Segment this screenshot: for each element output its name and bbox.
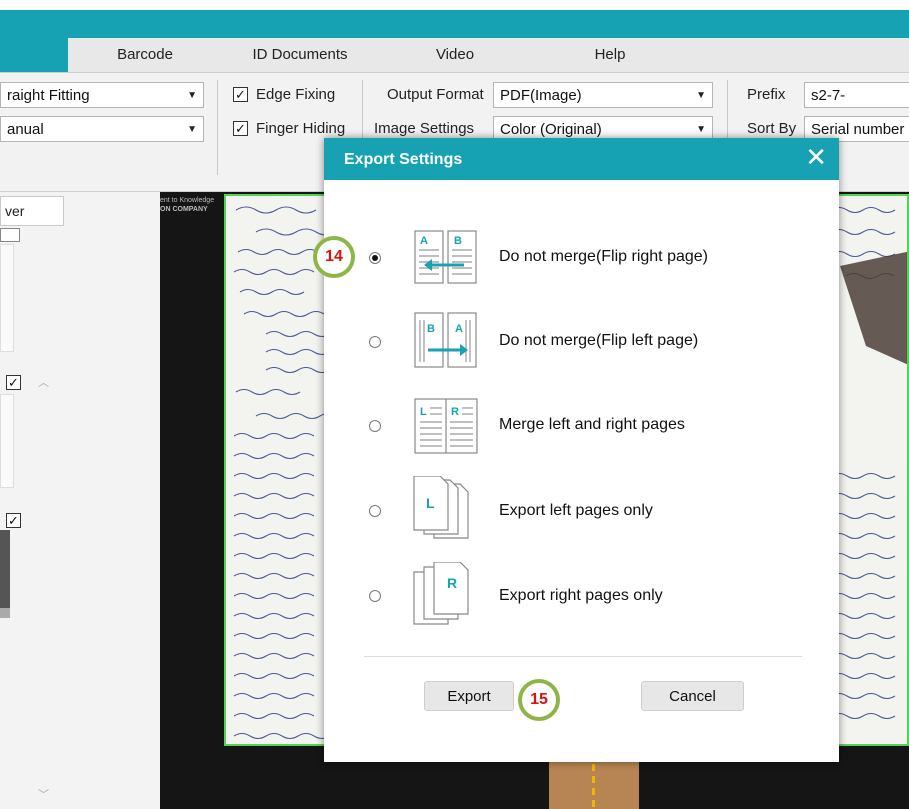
svg-text:A: A (420, 235, 428, 247)
menu-item-active[interactable] (0, 38, 68, 72)
dropdown-arrow-icon: ▼ (187, 124, 197, 135)
radio-merge-pages[interactable] (369, 420, 381, 432)
left-panel-input[interactable] (0, 228, 20, 242)
edge-fixing-checkbox[interactable]: ✓ (233, 87, 248, 102)
cancel-button[interactable]: Cancel (641, 681, 744, 711)
fitting-dropdown[interactable]: raight Fitting ▼ (0, 82, 204, 108)
check-icon: ✓ (8, 513, 19, 528)
flip-right-page-icon: A B (414, 230, 477, 284)
output-format-dropdown[interactable]: PDF(Image) ▼ (493, 82, 713, 108)
svg-text:B: B (454, 235, 462, 247)
option-label-flip-left[interactable]: Do not merge(Flip left page) (499, 332, 698, 350)
left-pages-icon: L (413, 476, 469, 539)
mode-dropdown[interactable]: anual ▼ (0, 116, 204, 142)
watermark-line: ent to Knowledge (160, 197, 215, 204)
mode-value: anual (7, 121, 44, 138)
toolbar-divider (217, 80, 218, 175)
radio-left-pages-only[interactable] (369, 505, 381, 517)
menu-item-barcode[interactable]: Barcode (100, 38, 190, 72)
radio-flip-right-page[interactable] (369, 252, 381, 264)
left-panel-tab[interactable]: ver (0, 196, 64, 226)
radio-right-pages-only[interactable] (369, 590, 381, 602)
radio-flip-left-page[interactable] (369, 336, 381, 348)
finger-hiding-label: Finger Hiding (256, 120, 346, 137)
svg-text:A: A (455, 323, 463, 335)
option-label-right-only[interactable]: Export right pages only (499, 587, 663, 605)
dialog-divider (364, 656, 802, 657)
page-checkbox[interactable]: ✓ (6, 375, 21, 390)
scroll-up-icon[interactable]: ︿ (38, 374, 49, 390)
svg-text:L: L (420, 406, 427, 418)
finger-hiding-checkbox[interactable]: ✓ (233, 121, 248, 136)
svg-text:B: B (427, 323, 435, 335)
menu-item-id-documents[interactable]: ID Documents (240, 38, 360, 72)
right-pages-icon: R (413, 562, 469, 625)
check-icon: ✓ (235, 121, 246, 136)
dropdown-arrow-icon: ▼ (696, 90, 706, 101)
scroll-down-icon[interactable]: ﹀ (38, 786, 49, 802)
edge-fixing-label: Edge Fixing (256, 86, 336, 103)
callout-badge-15: 15 (518, 679, 560, 721)
dropdown-arrow-icon: ▼ (187, 90, 197, 101)
output-format-label: Output Format (387, 86, 484, 103)
page-thumbnail (0, 608, 10, 618)
callout-badge-14: 14 (313, 236, 355, 278)
option-label-left-only[interactable]: Export left pages only (499, 502, 653, 520)
title-bar (0, 10, 909, 38)
merge-pages-icon: L R (414, 398, 478, 454)
menu-item-video[interactable]: Video (420, 38, 490, 72)
svg-text:R: R (451, 406, 459, 418)
thumbnail-strip (0, 244, 14, 352)
menu-item-help[interactable]: Help (575, 38, 645, 72)
flip-left-page-icon: B A (414, 312, 477, 368)
left-panel (0, 192, 161, 809)
check-icon: ✓ (8, 375, 19, 390)
brand-watermark: ent to Knowledge ON COMPANY (160, 196, 214, 214)
watermark-line: ON COMPANY (160, 206, 208, 213)
image-settings-value: Color (Original) (500, 121, 602, 138)
prefix-label: Prefix (747, 86, 786, 103)
thumbnail-strip (0, 394, 14, 488)
split-line[interactable] (592, 764, 595, 809)
prefix-input[interactable]: s2-7- (804, 82, 909, 108)
svg-text:L: L (426, 495, 435, 511)
fitting-value: raight Fitting (7, 87, 90, 104)
close-icon[interactable]: ✕ (805, 142, 827, 172)
export-settings-dialog: Export Settings ✕ A B Do not merge(Flip … (324, 138, 839, 762)
dialog-title: Export Settings (344, 151, 463, 168)
export-button[interactable]: Export (424, 681, 514, 711)
sort-by-label: Sort By (747, 120, 797, 137)
option-label-flip-right[interactable]: Do not merge(Flip right page) (499, 248, 708, 266)
option-label-merge[interactable]: Merge left and right pages (499, 416, 685, 434)
svg-text:R: R (447, 575, 457, 591)
page-thumbnail[interactable] (0, 530, 10, 608)
image-settings-label: Image Settings (374, 120, 475, 137)
check-icon: ✓ (235, 87, 246, 102)
output-format-value: PDF(Image) (500, 87, 582, 104)
page-checkbox[interactable]: ✓ (6, 513, 21, 528)
